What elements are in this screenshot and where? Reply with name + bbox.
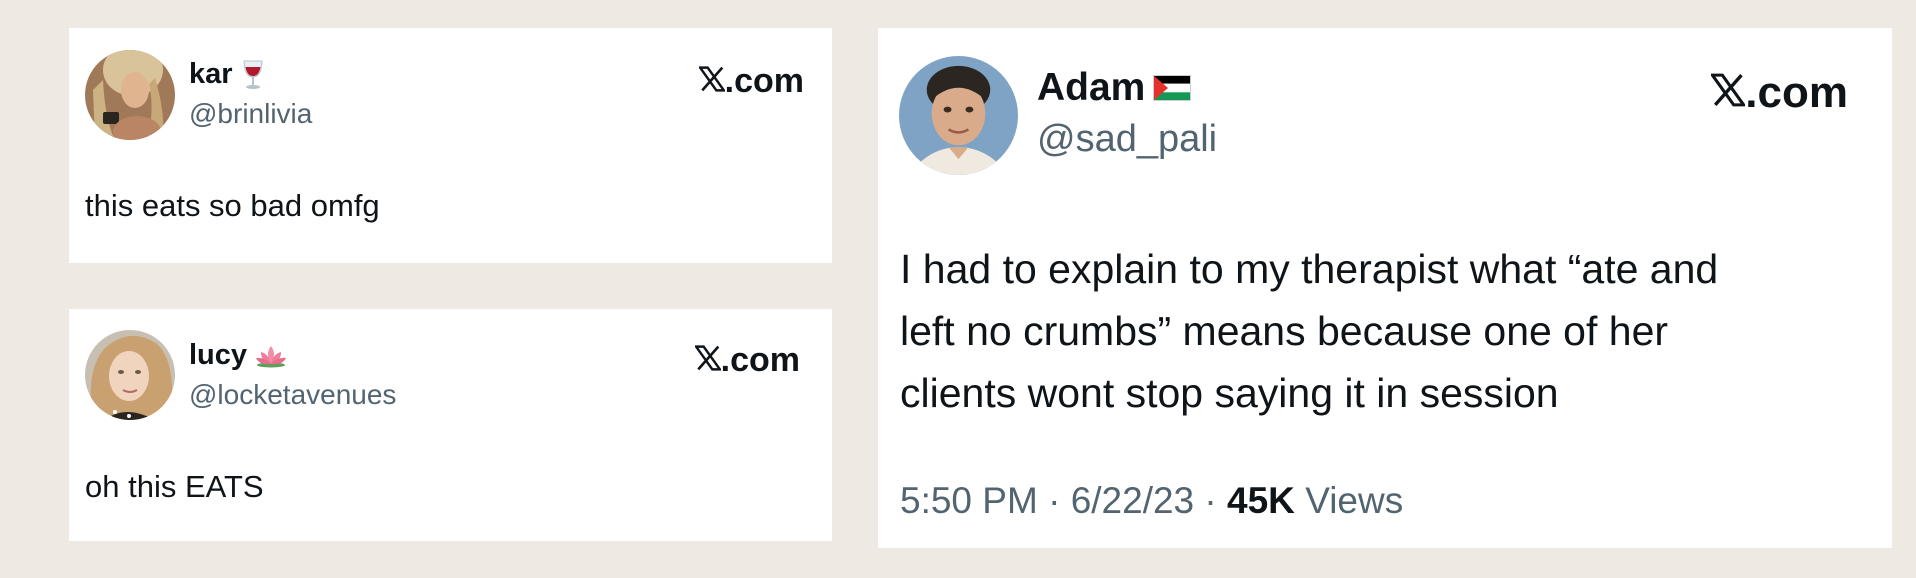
meta-separator: · — [1204, 480, 1228, 521]
brand-text: .com — [1745, 68, 1848, 117]
tweet-card-adam[interactable]: Adam @sad_pali .com I had to explain to … — [878, 28, 1892, 548]
tweet-card-lucy[interactable]: lucy @locketavenues .com oh this EATS — [69, 309, 832, 541]
handle[interactable]: @brinlivia — [189, 98, 312, 130]
x-logo-icon — [693, 341, 722, 380]
tweet-text: this eats so bad omfg — [85, 188, 380, 223]
tweet-card-kar[interactable]: kar @brinlivia .com this eats so bad omf… — [69, 28, 832, 263]
brand-text: .com — [720, 341, 800, 379]
display-name-row[interactable]: lucy — [189, 339, 287, 372]
x-com-logo: .com — [697, 62, 804, 101]
tweet-time[interactable]: 5:50 PM — [900, 480, 1038, 521]
tweet-meta: 5:50 PM · 6/22/23 · 45K Views — [900, 480, 1403, 522]
avatar-lucy-image — [85, 330, 175, 420]
display-name[interactable]: kar — [189, 58, 233, 91]
avatar-lucy[interactable] — [85, 330, 175, 420]
avatar-kar-image — [85, 50, 175, 140]
meta-separator: · — [1048, 480, 1071, 521]
tweet-date[interactable]: 6/22/23 — [1071, 480, 1194, 521]
avatar-adam-image — [899, 56, 1018, 175]
tweet-text-line: clients wont stop saying it in session — [900, 370, 1559, 416]
avatar-adam[interactable] — [899, 56, 1018, 175]
display-name-row[interactable]: Adam — [1037, 66, 1192, 110]
handle[interactable]: @locketavenues — [189, 379, 396, 411]
brand-text: .com — [724, 62, 804, 100]
views-label: Views — [1305, 480, 1404, 521]
handle[interactable]: @sad_pali — [1037, 118, 1217, 161]
tweet-text: I had to explain to my therapist what “a… — [900, 238, 1860, 424]
x-logo-icon — [697, 62, 726, 101]
lotus-icon — [255, 344, 287, 368]
display-name-row[interactable]: kar — [189, 58, 265, 91]
display-name[interactable]: Adam — [1037, 66, 1145, 110]
x-com-logo: .com — [693, 341, 800, 380]
views-count: 45K — [1227, 480, 1295, 521]
x-logo-icon — [1709, 68, 1747, 118]
tweet-text-line: left no crumbs” means because one of her — [900, 308, 1669, 354]
wine-glass-icon — [241, 59, 265, 91]
display-name[interactable]: lucy — [189, 339, 247, 372]
x-com-logo: .com — [1709, 68, 1848, 118]
palestine-flag-icon — [1153, 75, 1192, 101]
tweet-text-line: I had to explain to my therapist what “a… — [900, 246, 1719, 292]
avatar-kar[interactable] — [85, 50, 175, 140]
tweet-text: oh this EATS — [85, 469, 264, 504]
